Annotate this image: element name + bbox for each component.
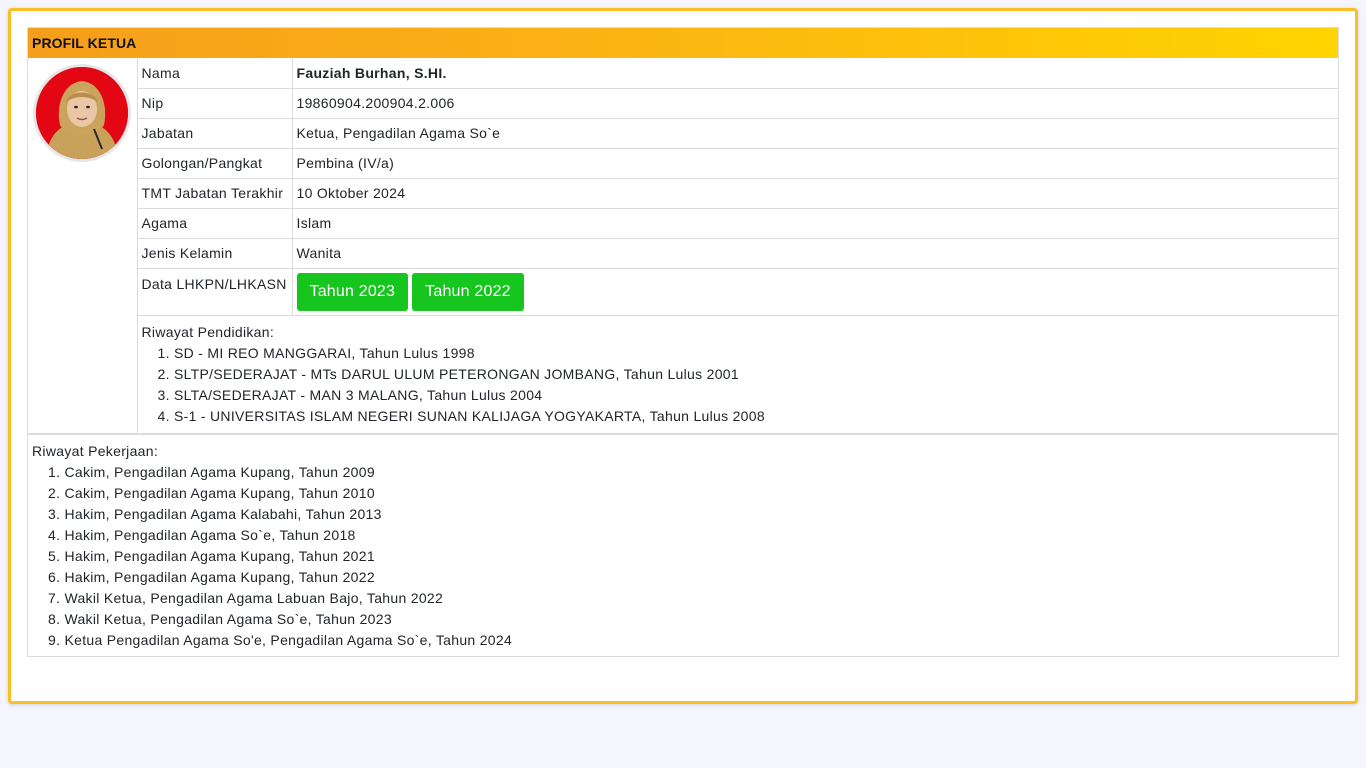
value-tmt: 10 Oktober 2024 bbox=[291, 177, 1338, 209]
row-nip: Nip 19860904.200904.2.006 bbox=[28, 87, 1338, 119]
list-item: 9. Ketua Pengadilan Agama So'e, Pengadil… bbox=[48, 631, 513, 648]
label-lhkpn: Data LHKPN/LHKASN bbox=[136, 267, 293, 316]
lhkpn-buttons: Tahun 2023 Tahun 2022 bbox=[291, 267, 1338, 316]
row-jabatan: Jabatan Ketua, Pengadilan Agama So`e bbox=[28, 117, 1338, 149]
avatar bbox=[33, 64, 131, 162]
list-item: 3. Hakim, Pengadilan Agama Kalabahi, Tah… bbox=[48, 505, 382, 522]
list-item: 6. Hakim, Pengadilan Agama Kupang, Tahun… bbox=[48, 568, 375, 585]
list-item: 8. Wakil Ketua, Pengadilan Agama So`e, T… bbox=[48, 610, 392, 627]
list-item: 2. Cakim, Pengadilan Agama Kupang, Tahun… bbox=[48, 484, 375, 501]
value-jabatan: Ketua, Pengadilan Agama So`e bbox=[291, 117, 1338, 149]
list-item: 4. Hakim, Pengadilan Agama So`e, Tahun 2… bbox=[48, 526, 356, 543]
list-item: 4. S-1 - UNIVERSITAS ISLAM NEGERI SUNAN … bbox=[157, 407, 765, 424]
label-nama: Nama bbox=[136, 58, 293, 89]
label-golongan: Golongan/Pangkat bbox=[136, 147, 293, 179]
profile-panel: PROFIL KETUA Nama Fauziah Burhan, S.HI. … bbox=[27, 27, 1339, 657]
value-jenis-kelamin: Wanita bbox=[291, 237, 1338, 269]
row-nama: Nama Fauziah Burhan, S.HI. bbox=[28, 58, 1338, 434]
row-lhkpn: Data LHKPN/LHKASN Tahun 2023 Tahun 2022 bbox=[28, 267, 1338, 316]
panel-title: PROFIL KETUA bbox=[28, 28, 1338, 58]
row-agama: Agama Islam bbox=[28, 207, 1338, 239]
list-item: 5. Hakim, Pengadilan Agama Kupang, Tahun… bbox=[48, 547, 375, 564]
value-golongan: Pembina (IV/a) bbox=[291, 147, 1338, 179]
photo-cell bbox=[28, 58, 138, 434]
lhkpn-2023-button[interactable]: Tahun 2023 bbox=[296, 272, 409, 311]
lhkpn-2022-button[interactable]: Tahun 2022 bbox=[412, 272, 524, 311]
profile-table: Nama Fauziah Burhan, S.HI. Nip 19860904.… bbox=[28, 58, 1338, 434]
list-item: 2. SLTP/SEDERAJAT - MTs DARUL ULUM PETER… bbox=[157, 365, 739, 382]
list-item: 1. Cakim, Pengadilan Agama Kupang, Tahun… bbox=[48, 463, 375, 480]
list-item: 7. Wakil Ketua, Pengadilan Agama Labuan … bbox=[48, 589, 444, 606]
label-jenis-kelamin: Jenis Kelamin bbox=[136, 237, 293, 269]
work-list: 1. Cakim, Pengadilan Agama Kupang, Tahun… bbox=[32, 462, 1334, 651]
value-agama: Islam bbox=[291, 207, 1338, 239]
row-education: Riwayat Pendidikan: 1. SD - MI REO MANGG… bbox=[28, 314, 1338, 434]
value-nama: Fauziah Burhan, S.HI. bbox=[291, 58, 1338, 89]
list-item: 1. SD - MI REO MANGGARAI, Tahun Lulus 19… bbox=[157, 344, 475, 361]
work-title: Riwayat Pekerjaan: bbox=[32, 442, 159, 459]
profile-card: PROFIL KETUA Nama Fauziah Burhan, S.HI. … bbox=[8, 8, 1358, 704]
row-tmt: TMT Jabatan Terakhir 10 Oktober 2024 bbox=[28, 177, 1338, 209]
list-item: 3. SLTA/SEDERAJAT - MAN 3 MALANG, Tahun … bbox=[157, 386, 543, 403]
education-section: Riwayat Pendidikan: 1. SD - MI REO MANGG… bbox=[136, 314, 1338, 434]
label-jabatan: Jabatan bbox=[136, 117, 293, 149]
label-agama: Agama bbox=[136, 207, 293, 239]
label-tmt: TMT Jabatan Terakhir bbox=[136, 177, 293, 209]
row-golongan: Golongan/Pangkat Pembina (IV/a) bbox=[28, 147, 1338, 179]
education-title: Riwayat Pendidikan: bbox=[141, 323, 275, 340]
row-jenis-kelamin: Jenis Kelamin Wanita bbox=[28, 237, 1338, 269]
education-list: 1. SD - MI REO MANGGARAI, Tahun Lulus 19… bbox=[142, 343, 1335, 427]
value-nip: 19860904.200904.2.006 bbox=[291, 87, 1338, 119]
work-section: Riwayat Pekerjaan: 1. Cakim, Pengadilan … bbox=[28, 433, 1338, 656]
label-nip: Nip bbox=[136, 87, 293, 119]
